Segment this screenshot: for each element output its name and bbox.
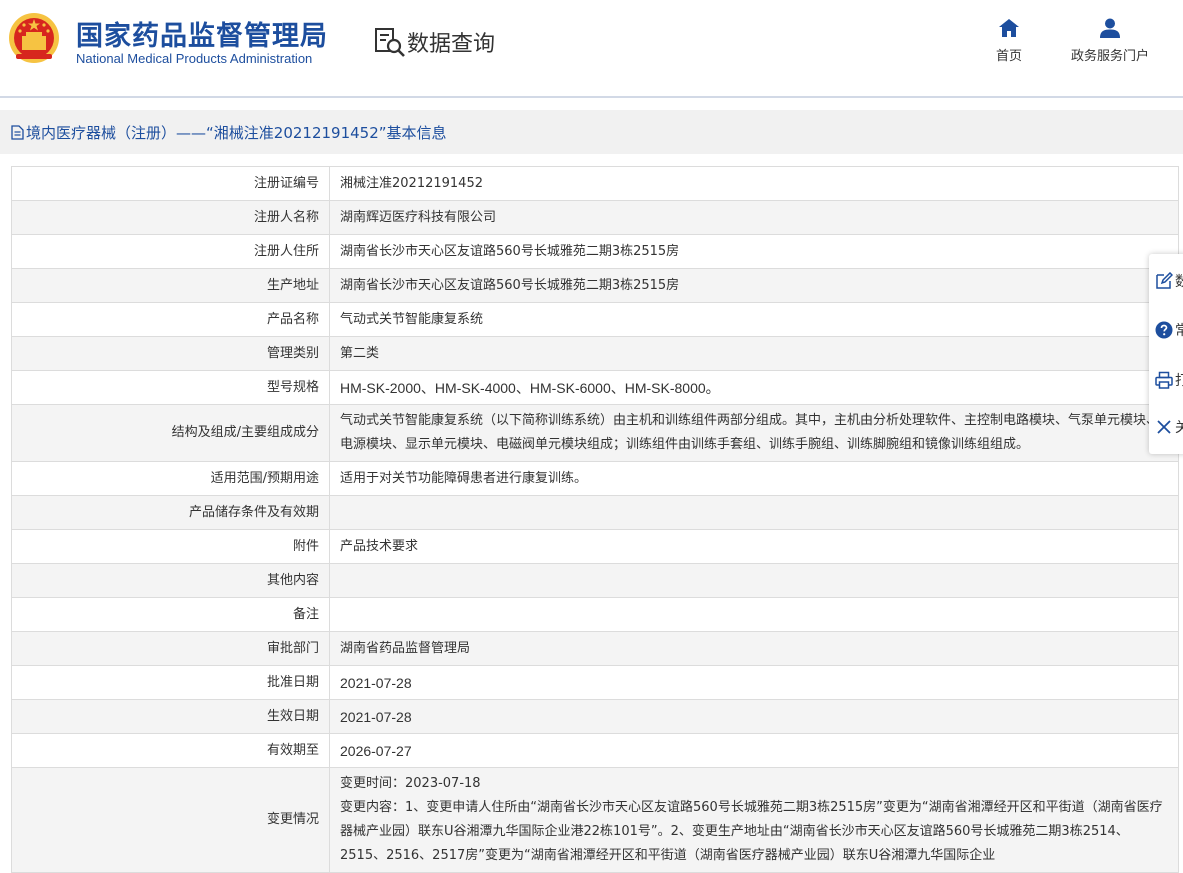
document-icon <box>11 125 24 140</box>
row-label: 结构及组成/主要组成成分 <box>11 404 330 462</box>
row-label: 产品名称 <box>11 302 330 337</box>
table-row: 结构及组成/主要组成成分 气动式关节智能康复系统（以下简称训练系统）由主机和训练… <box>11 404 1179 462</box>
table-row: 适用范围/预期用途 适用于对关节功能障碍患者进行康复训练。 <box>11 461 1179 496</box>
change-time: 变更时间：2023-07-18 <box>340 776 481 791</box>
nav-service-portal-label: 政务服务门户 <box>1071 49 1150 64</box>
data-query-title: 数据查询 <box>374 24 495 60</box>
row-label: 注册人住所 <box>11 234 330 269</box>
table-row: 变更情况 变更时间：2023-07-18 变更内容：1、变更申请人住所由“湖南省… <box>11 767 1179 873</box>
remarks-value <box>329 597 1179 632</box>
nav-service-portal[interactable]: 政务服务门户 <box>1071 17 1149 64</box>
table-row: 备注 <box>11 597 1179 632</box>
expiry-date-value: 2026-07-27 <box>329 733 1179 768</box>
device-info-table: 注册证编号 湘械注准20212191452 注册人名称 湖南辉迈医疗科技有限公司… <box>11 166 1179 873</box>
management-class-value: 第二类 <box>329 336 1179 371</box>
user-icon <box>1100 18 1120 38</box>
attachment-value: 产品技术要求 <box>329 529 1179 564</box>
edit-icon <box>1156 272 1173 289</box>
toolbar-close-label: 关 <box>1175 420 1183 436</box>
registration-number-value: 湘械注准20212191452 <box>329 166 1179 201</box>
floating-toolbar: 数 常 打 关 <box>1149 254 1183 454</box>
row-label: 变更情况 <box>11 767 330 873</box>
breadcrumb-text: 境内医疗器械（注册）——“湘械注准20212191452”基本信息 <box>26 124 447 142</box>
toolbar-print[interactable]: 打 <box>1149 365 1183 395</box>
row-label: 型号规格 <box>11 370 330 405</box>
row-label: 其他内容 <box>11 563 330 598</box>
table-row: 产品储存条件及有效期 <box>11 495 1179 530</box>
home-icon <box>999 19 1019 37</box>
nav-home[interactable]: 首页 <box>996 17 1022 64</box>
change-history-value: 变更时间：2023-07-18 变更内容：1、变更申请人住所由“湖南省长沙市天心… <box>329 767 1179 873</box>
table-row: 审批部门 湖南省药品监督管理局 <box>11 631 1179 666</box>
national-emblem-icon <box>9 13 59 63</box>
row-label: 管理类别 <box>11 336 330 371</box>
document-search-icon <box>375 28 405 57</box>
approval-department-value: 湖南省药品监督管理局 <box>329 631 1179 666</box>
storage-conditions-value <box>329 495 1179 530</box>
row-label: 产品储存条件及有效期 <box>11 495 330 530</box>
row-label: 有效期至 <box>11 733 330 768</box>
table-row: 生产地址 湖南省长沙市天心区友谊路560号长城雅苑二期3栋2515房 <box>11 268 1179 303</box>
row-label: 生效日期 <box>11 699 330 734</box>
site-title-en[interactable]: National Medical Products Administration <box>76 51 312 66</box>
toolbar-feedback-label: 数 <box>1175 274 1183 290</box>
close-icon <box>1157 420 1171 434</box>
header-divider <box>0 96 1183 98</box>
structure-composition-value: 气动式关节智能康复系统（以下简称训练系统）由主机和训练组件两部分组成。其中，主机… <box>329 404 1179 462</box>
breadcrumb-bar: 境内医疗器械（注册）——“湘械注准20212191452”基本信息 <box>0 110 1183 154</box>
table-row: 有效期至 2026-07-27 <box>11 733 1179 768</box>
table-row: 其他内容 <box>11 563 1179 598</box>
row-label: 生产地址 <box>11 268 330 303</box>
toolbar-close[interactable]: 关 <box>1149 412 1183 442</box>
help-icon <box>1155 321 1173 339</box>
toolbar-help-label: 常 <box>1175 323 1183 339</box>
table-row: 注册人名称 湖南辉迈医疗科技有限公司 <box>11 200 1179 235</box>
registrant-address-value: 湖南省长沙市天心区友谊路560号长城雅苑二期3栋2515房 <box>329 234 1179 269</box>
row-label: 附件 <box>11 529 330 564</box>
model-spec-value: HM-SK-2000、HM-SK-4000、HM-SK-6000、HM-SK-8… <box>329 370 1179 405</box>
row-label: 审批部门 <box>11 631 330 666</box>
row-label: 批准日期 <box>11 665 330 700</box>
toolbar-help[interactable]: 常 <box>1149 315 1183 345</box>
table-row: 注册证编号 湘械注准20212191452 <box>11 166 1179 201</box>
table-row: 生效日期 2021-07-28 <box>11 699 1179 734</box>
registrant-name-value: 湖南辉迈医疗科技有限公司 <box>329 200 1179 235</box>
toolbar-print-label: 打 <box>1175 373 1183 389</box>
approval-date-value: 2021-07-28 <box>329 665 1179 700</box>
row-label: 适用范围/预期用途 <box>11 461 330 496</box>
row-label: 注册人名称 <box>11 200 330 235</box>
table-row: 附件 产品技术要求 <box>11 529 1179 564</box>
site-header: 国家药品监督管理局 National Medical Products Admi… <box>0 0 1183 96</box>
table-row: 管理类别 第二类 <box>11 336 1179 371</box>
product-name-value: 气动式关节智能康复系统 <box>329 302 1179 337</box>
other-content-value <box>329 563 1179 598</box>
print-icon <box>1155 371 1173 389</box>
effective-date-value: 2021-07-28 <box>329 699 1179 734</box>
row-label: 注册证编号 <box>11 166 330 201</box>
change-content: 变更内容：1、变更申请人住所由“湖南省长沙市天心区友谊路560号长城雅苑二期3栋… <box>340 800 1163 863</box>
site-title-cn[interactable]: 国家药品监督管理局 <box>76 14 328 53</box>
table-row: 注册人住所 湖南省长沙市天心区友谊路560号长城雅苑二期3栋2515房 <box>11 234 1179 269</box>
toolbar-feedback[interactable]: 数 <box>1149 266 1183 296</box>
nav-home-label: 首页 <box>996 49 1023 64</box>
table-row: 型号规格 HM-SK-2000、HM-SK-4000、HM-SK-6000、HM… <box>11 370 1179 405</box>
breadcrumb: 境内医疗器械（注册）——“湘械注准20212191452”基本信息 <box>11 122 447 143</box>
row-label: 备注 <box>11 597 330 632</box>
table-row: 批准日期 2021-07-28 <box>11 665 1179 700</box>
production-address-value: 湖南省长沙市天心区友谊路560号长城雅苑二期3栋2515房 <box>329 268 1179 303</box>
intended-use-value: 适用于对关节功能障碍患者进行康复训练。 <box>329 461 1179 496</box>
data-query-label: 数据查询 <box>407 32 496 57</box>
table-row: 产品名称 气动式关节智能康复系统 <box>11 302 1179 337</box>
